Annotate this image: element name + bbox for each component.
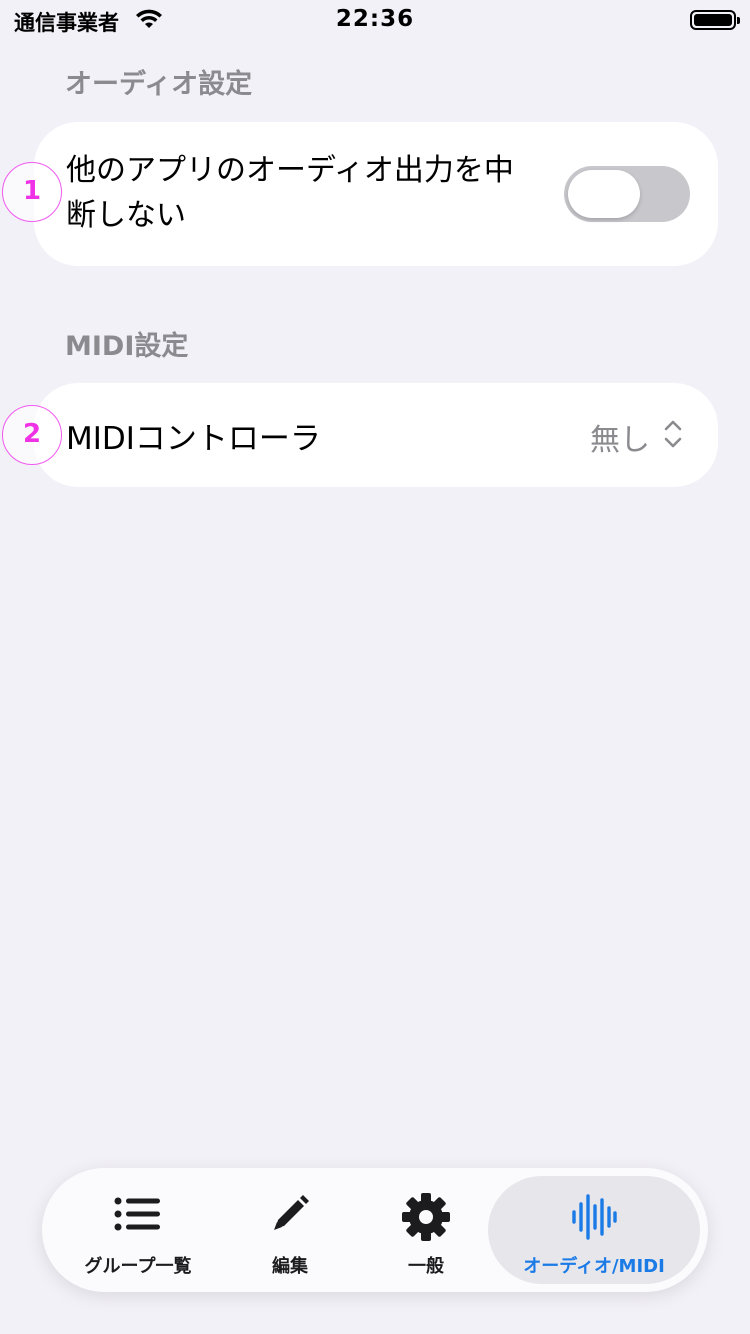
battery-icon [690,10,740,30]
tab-audio-midi[interactable]: オーディオ/MIDI [488,1176,700,1284]
dont-interrupt-audio-label: 他のアプリのオーディオ出力を中断しない [66,153,514,233]
annotation-badge-1: 1 [2,162,62,222]
tab-label: オーディオ/MIDI [523,1256,665,1277]
annotation-badge-2: 2 [2,405,62,465]
clock: 22:36 [335,6,415,32]
tab-label: グループ一覧 [84,1256,192,1277]
toggle-knob [568,170,640,218]
dont-interrupt-audio-toggle[interactable] [564,166,690,222]
midi-controller-label: MIDIコントローラ [66,421,321,457]
tab-edit[interactable]: 編集 [220,1176,360,1284]
status-bar: 通信事業者 22:36 [0,0,750,40]
audio-settings-card: 他のアプリのオーディオ出力を中断しない [34,122,718,266]
waveform-icon [488,1192,700,1242]
midi-controller-row[interactable]: MIDIコントローラ 無し [34,383,718,487]
tab-bar: グループ一覧 編集 一般 オーディオ/MIDI [42,1168,708,1292]
tab-label: 一般 [408,1256,444,1277]
audio-section-header: オーディオ設定 [65,69,253,100]
midi-controller-value: 無し [590,423,650,458]
tab-group-list[interactable]: グループ一覧 [68,1176,208,1284]
gear-icon [356,1192,496,1242]
tab-general[interactable]: 一般 [356,1176,496,1284]
list-icon [68,1192,208,1242]
tab-label: 編集 [272,1256,308,1277]
pencil-icon [220,1192,360,1242]
midi-section-header: MIDI設定 [65,331,189,362]
chevron-up-down-icon [664,419,682,453]
